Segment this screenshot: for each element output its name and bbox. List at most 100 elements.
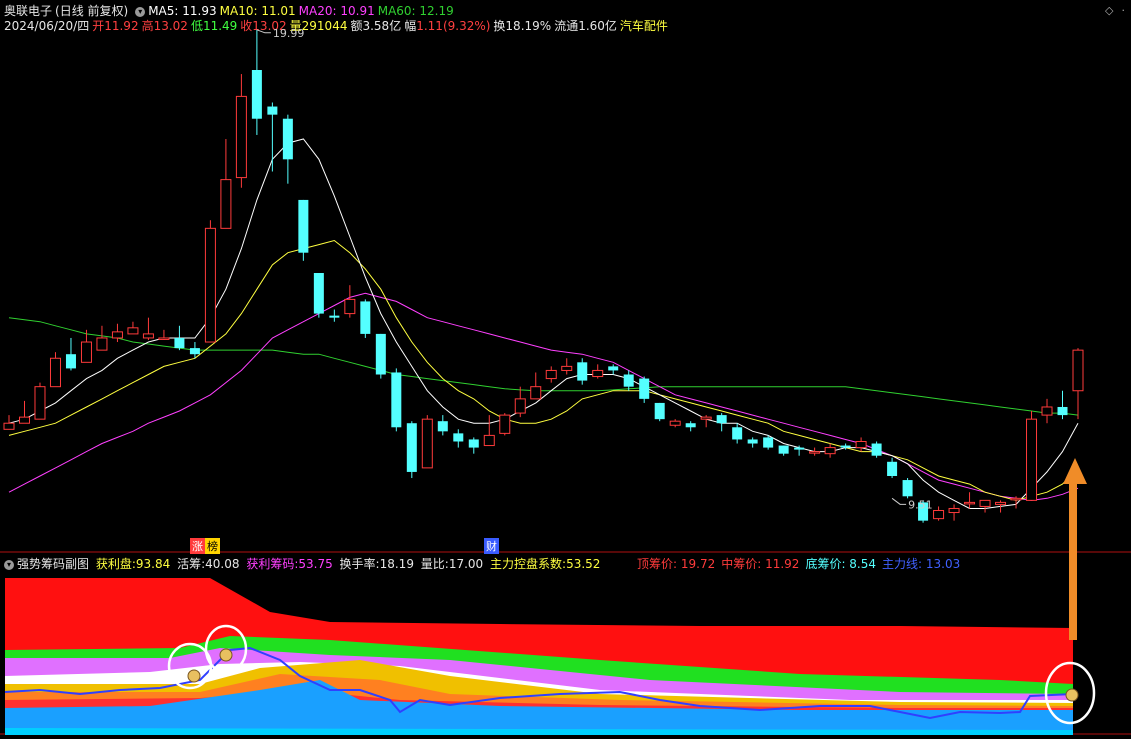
- candle-body: [1057, 406, 1068, 416]
- money-bag-icon: [187, 669, 201, 683]
- candle-body: [561, 365, 573, 371]
- candle-body: [142, 333, 154, 339]
- candle-body: [1041, 406, 1053, 416]
- turnover-rate-label: 换手率:: [339, 557, 380, 571]
- main-line-value: 主力线: 13.03: [882, 557, 961, 571]
- candle-body: [855, 440, 867, 449]
- candle-body: [437, 421, 448, 432]
- chevron-down-icon[interactable]: ▾: [4, 559, 14, 570]
- candle-body: [49, 357, 61, 388]
- profit-chips-label: 获利筹码:: [246, 557, 299, 571]
- active-chips-label: 活筹:: [177, 557, 206, 571]
- candle-body: [824, 447, 836, 455]
- candle-body: [608, 366, 619, 371]
- candle-body: [282, 118, 293, 160]
- candle-body: [964, 501, 976, 505]
- candle-body: [267, 106, 278, 115]
- candle-body: [406, 423, 417, 472]
- candle-body: [483, 434, 495, 447]
- mid-chip-price: 中筹价: 11.92: [721, 557, 800, 571]
- candle-body: [344, 298, 356, 315]
- candle-body: [18, 416, 30, 424]
- control-value: 53.52: [566, 557, 601, 571]
- candle-body: [111, 331, 123, 339]
- candle-body: [995, 501, 1007, 505]
- candle-body: [747, 439, 758, 444]
- candle-body: [251, 70, 262, 119]
- ma60-line: [8, 317, 1079, 416]
- candle-body: [174, 337, 185, 349]
- arrow-up-icon: [1063, 458, 1087, 484]
- candle-body: [545, 369, 557, 380]
- indicator-name[interactable]: 强势筹码副图: [17, 557, 89, 571]
- profit-disk-label: 获利盘:: [95, 557, 136, 571]
- candle-body: [1026, 418, 1038, 501]
- min-price-label: 9.51: [908, 498, 933, 511]
- candle-body: [468, 439, 479, 448]
- candle-body: [979, 499, 991, 507]
- candle-body: [65, 354, 76, 369]
- candle-body: [375, 333, 386, 375]
- candle-body: [577, 362, 588, 381]
- candle-body: [235, 95, 247, 179]
- candle-body: [298, 199, 309, 253]
- ma5-line: [8, 138, 1079, 509]
- candle-body: [329, 315, 340, 318]
- candle-body: [360, 301, 371, 334]
- active-chips-value: 40.08: [205, 557, 240, 571]
- candle-body: [871, 443, 882, 456]
- finance-mark[interactable]: 财: [484, 538, 499, 554]
- max-price-label: 19.99: [273, 27, 305, 40]
- sub-chart-header: ▾ 强势筹码副图 获利盘:93.84 活筹:40.08 获利筹码:53.75 换手…: [4, 555, 603, 572]
- volume-ratio-label: 量比:: [420, 557, 449, 571]
- candle-body: [421, 418, 433, 469]
- candle-body: [902, 480, 913, 497]
- candle-body: [623, 374, 634, 387]
- candle-body: [313, 273, 324, 314]
- candle-body: [716, 415, 727, 424]
- max-price-pointer: [256, 29, 271, 34]
- candle-body: [700, 416, 712, 420]
- candle-body: [391, 372, 402, 428]
- money-bag-icon: [1065, 688, 1079, 702]
- candle-body: [96, 337, 108, 351]
- candle-body: [592, 369, 604, 378]
- candle-body: [887, 461, 898, 476]
- candle-body: [453, 433, 464, 442]
- candle-body: [3, 422, 15, 430]
- turnover-rate-value: 18.19: [379, 557, 414, 571]
- chip-price-row: 顶筹价: 19.72 中筹价: 11.92 底筹价: 8.54 主力线: 13.03: [637, 555, 960, 572]
- candle-body: [809, 451, 821, 454]
- candle-body: [1072, 349, 1084, 392]
- volume-ratio-value: 17.00: [448, 557, 484, 571]
- profit-chips-value: 53.75: [298, 557, 333, 571]
- price-chart[interactable]: 19.99 9.51: [0, 0, 1131, 739]
- arrow-shaft: [1069, 482, 1077, 640]
- limit-up-mark[interactable]: 涨: [190, 538, 205, 554]
- candle-body: [80, 341, 92, 363]
- candle-body: [763, 437, 774, 448]
- min-price-pointer: [891, 497, 907, 505]
- candle-body: [669, 420, 681, 426]
- candle-body: [189, 348, 200, 355]
- candle-body: [499, 414, 511, 434]
- candle-body: [654, 402, 665, 420]
- candle-body: [794, 447, 805, 450]
- candle-body: [840, 445, 851, 448]
- profit-disk-value: 93.84: [135, 557, 171, 571]
- top-chip-price: 顶筹价: 19.72: [637, 557, 716, 571]
- ma10-line: [8, 239, 1079, 501]
- candle-body: [220, 179, 232, 229]
- candle-body: [204, 227, 216, 343]
- candle-body: [514, 398, 526, 414]
- candle-body: [933, 510, 945, 520]
- candle-body: [158, 337, 170, 340]
- candle-body: [1010, 497, 1022, 501]
- candle-body: [732, 427, 743, 440]
- candle-body: [685, 423, 696, 428]
- bottom-chip-price: 底筹价: 8.54: [805, 557, 877, 571]
- money-bag-icon: [219, 648, 233, 662]
- list-mark[interactable]: 榜: [205, 538, 220, 554]
- candle-body: [948, 507, 960, 514]
- candle-body: [34, 386, 46, 420]
